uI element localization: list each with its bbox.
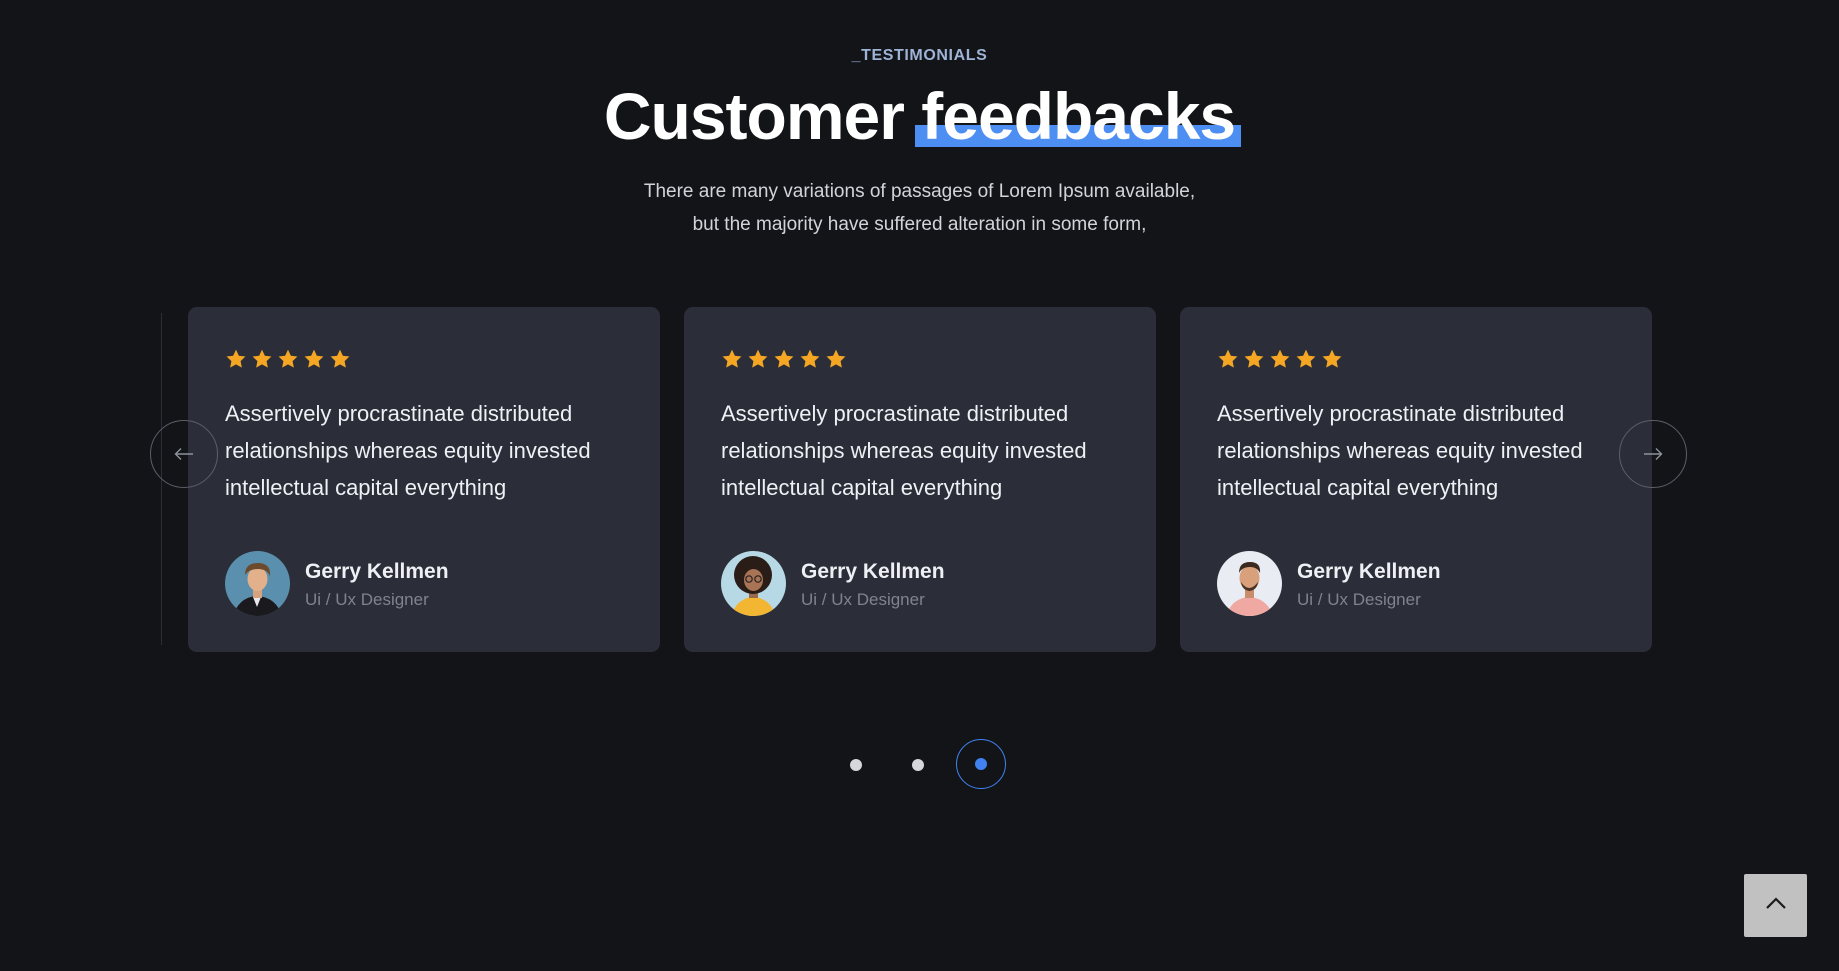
- section-tag: _TESTIMONIALS: [851, 47, 988, 64]
- star-rating: [1217, 347, 1615, 371]
- scroll-to-top-button[interactable]: [1744, 874, 1807, 937]
- star-rating: [225, 347, 623, 371]
- avatar: [1217, 551, 1282, 616]
- avatar: [721, 551, 786, 616]
- star-icon: [329, 348, 351, 370]
- title-main: Customer: [603, 79, 905, 153]
- subtitle-line-2: but the majority have suffered alteratio…: [692, 214, 1147, 235]
- pagination-dot[interactable]: [850, 759, 862, 771]
- author-name: Gerry Kellmen: [801, 559, 945, 583]
- section-title: Customer feedbacks: [0, 78, 1839, 154]
- chevron-up-icon: [1765, 896, 1787, 915]
- section-subtitle: There are many variations of passages of…: [0, 175, 1839, 241]
- author-name: Gerry Kellmen: [1297, 559, 1441, 583]
- star-icon: [799, 348, 821, 370]
- star-icon: [825, 348, 847, 370]
- author-role: Ui / Ux Designer: [1297, 589, 1421, 609]
- testimonial-quote: Assertively procrastinate distributed re…: [721, 401, 1087, 500]
- testimonial-author: Gerry Kellmen Ui / Ux Designer: [1217, 551, 1441, 616]
- carousel-next-button[interactable]: [1619, 420, 1687, 488]
- testimonial-card: Assertively procrastinate distributed re…: [1180, 307, 1652, 652]
- testimonial-card: Assertively procrastinate distributed re…: [188, 307, 660, 652]
- star-icon: [1243, 348, 1265, 370]
- author-role: Ui / Ux Designer: [801, 589, 925, 609]
- star-icon: [747, 348, 769, 370]
- title-accent: feedbacks: [915, 78, 1241, 154]
- star-icon: [1217, 348, 1239, 370]
- star-icon: [721, 348, 743, 370]
- star-icon: [251, 348, 273, 370]
- testimonial-quote: Assertively procrastinate distributed re…: [1217, 401, 1583, 500]
- star-rating: [721, 347, 1119, 371]
- star-icon: [225, 348, 247, 370]
- star-icon: [773, 348, 795, 370]
- star-icon: [277, 348, 299, 370]
- author-name: Gerry Kellmen: [305, 559, 449, 583]
- star-icon: [303, 348, 325, 370]
- subtitle-line-1: There are many variations of passages of…: [643, 181, 1196, 202]
- star-icon: [1321, 348, 1343, 370]
- pagination-dot-active[interactable]: [956, 739, 1006, 789]
- author-role: Ui / Ux Designer: [305, 589, 429, 609]
- star-icon: [1295, 348, 1317, 370]
- arrow-right-icon: [1643, 441, 1663, 467]
- avatar: [225, 551, 290, 616]
- testimonial-quote: Assertively procrastinate distributed re…: [225, 401, 591, 500]
- carousel-pagination: [0, 739, 1839, 791]
- testimonial-card: Assertively procrastinate distributed re…: [684, 307, 1156, 652]
- testimonial-author: Gerry Kellmen Ui / Ux Designer: [225, 551, 449, 616]
- star-icon: [1269, 348, 1291, 370]
- testimonial-author: Gerry Kellmen Ui / Ux Designer: [721, 551, 945, 616]
- pagination-dot[interactable]: [912, 759, 924, 771]
- title-accent-text: feedbacks: [921, 79, 1236, 153]
- carousel-prev-button[interactable]: [150, 420, 218, 488]
- arrow-left-icon: [174, 441, 194, 467]
